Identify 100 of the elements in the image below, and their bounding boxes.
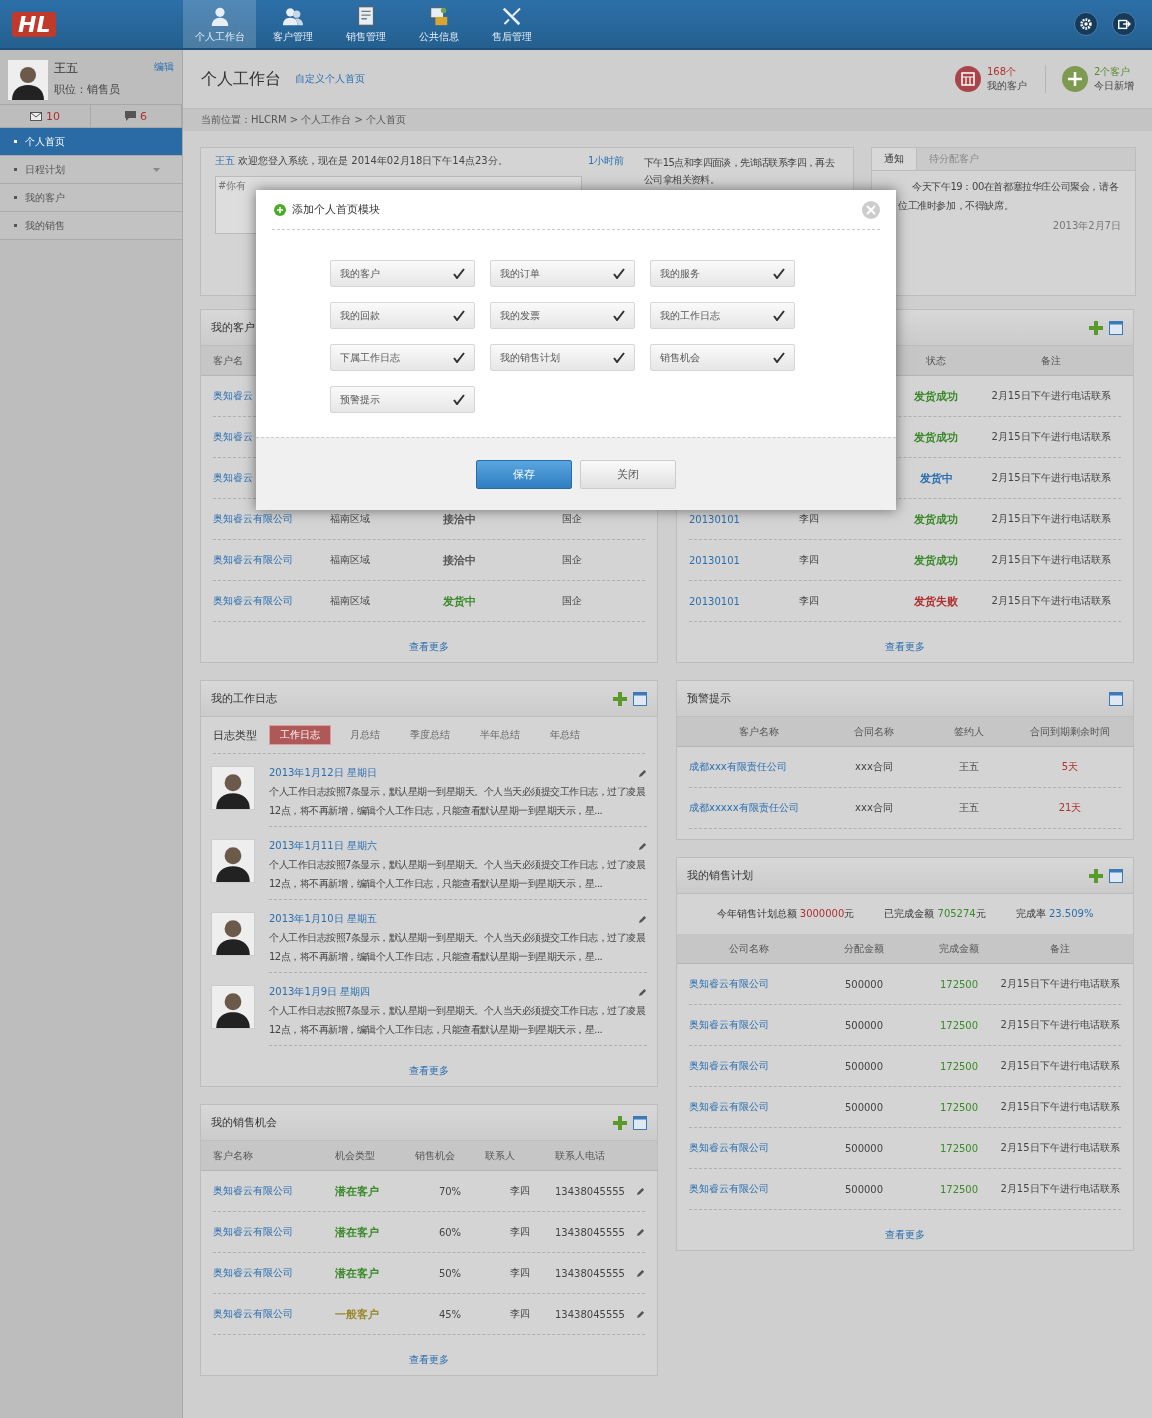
customer-link[interactable]: 成都xxxxx有限责任公司 <box>689 801 829 815</box>
more-link[interactable]: 查看更多 <box>677 1210 1133 1250</box>
table-cell-text: 172500 <box>938 1183 980 1195</box>
modal-title: 添加个人首页模块 <box>292 202 380 217</box>
window-icon[interactable] <box>633 691 647 706</box>
add-icon <box>1062 66 1088 92</box>
log-tab[interactable]: 月总结 <box>339 725 391 745</box>
entry-date[interactable]: 2013年1月9日 星期四 <box>269 985 371 999</box>
window-icon[interactable] <box>1109 320 1123 335</box>
entry-text: 个人工作日志按照7条显示，默认星期一到星期天。个人当天必须提交工作日志，过了凌晨12点，将不再新增，编辑个人工作日志，只能查看默认星期一到星期天示，星... <box>269 858 647 891</box>
table-cell-text: 2月15日下午进行电话联系 <box>990 512 1112 526</box>
window-icon[interactable] <box>1109 868 1123 883</box>
customer-link[interactable]: 奥知睿云有限公司 <box>213 1225 335 1239</box>
entry-date[interactable]: 2013年1月11日 星期六 <box>269 839 377 853</box>
sidebar-item[interactable]: 我的销售 <box>0 212 182 240</box>
module-checkbox[interactable]: 我的服务 <box>650 260 795 287</box>
column-header: 合同名称 <box>853 724 895 739</box>
table-cell-text: 500000 <box>843 978 885 990</box>
company-link[interactable]: 奥知睿云有限公司 <box>689 1018 809 1032</box>
table-cell-text: 福南区域 <box>330 553 371 567</box>
pencil-icon[interactable] <box>636 1268 645 1278</box>
pencil-icon[interactable] <box>636 1309 645 1319</box>
save-button[interactable]: 保存 <box>476 459 572 489</box>
order-link[interactable]: 20130101 <box>689 554 799 566</box>
table-cell-text: 172500 <box>938 1101 980 1113</box>
window-icon[interactable] <box>633 1115 647 1130</box>
table-cell-text: 李四 <box>509 1184 531 1198</box>
company-link[interactable]: 奥知睿云有限公司 <box>689 1100 809 1114</box>
module-checkbox[interactable]: 我的订单 <box>490 260 635 287</box>
module-checkbox[interactable]: 我的销售计划 <box>490 344 635 371</box>
pencil-icon[interactable] <box>636 1227 645 1237</box>
column-header: 机会类型 <box>335 1148 376 1163</box>
more-link[interactable]: 查看更多 <box>677 622 1133 662</box>
table-cell: 13438045555 <box>555 1185 625 1197</box>
close-icon <box>866 204 876 215</box>
check-icon <box>773 352 785 363</box>
log-tab[interactable]: 工作日志 <box>269 725 331 745</box>
module-checkbox[interactable]: 我的回款 <box>330 302 475 329</box>
module-checkbox[interactable]: 下属工作日志 <box>330 344 475 371</box>
module-checkbox[interactable]: 我的客户 <box>330 260 475 287</box>
nav-tab[interactable]: 销售管理 <box>329 0 402 48</box>
company-link[interactable]: 奥知睿云有限公司 <box>689 1141 809 1155</box>
table-cell-text: 60% <box>437 1226 463 1238</box>
notice-tab[interactable]: 通知 <box>872 148 917 170</box>
message-count[interactable]: 10 <box>46 109 60 123</box>
pencil-icon[interactable] <box>636 1186 645 1196</box>
caret-icon <box>153 167 160 172</box>
company-link[interactable]: 奥知睿云有限公司 <box>689 1059 809 1073</box>
more-link[interactable]: 查看更多 <box>201 622 657 662</box>
column-header: 状态 <box>925 353 947 368</box>
column-header: 签约人 <box>953 724 985 739</box>
customer-link[interactable]: 奥知睿云有限公司 <box>213 594 330 608</box>
log-tab[interactable]: 季度总结 <box>399 725 461 745</box>
customer-link[interactable]: 奥知睿云有限公司 <box>213 1184 335 1198</box>
nav-tab[interactable]: 个人工作台 <box>183 0 256 48</box>
nav-tab[interactable]: 客户管理 <box>256 0 329 48</box>
pencil-icon[interactable] <box>638 914 647 924</box>
sidebar-item[interactable]: 个人首页 <box>0 128 182 156</box>
module-checkbox[interactable]: 我的工作日志 <box>650 302 795 329</box>
customer-link[interactable]: 成都xxx有限责任公司 <box>689 760 829 774</box>
customer-link[interactable]: 奥知睿云有限公司 <box>213 1266 335 1280</box>
entry-date[interactable]: 2013年1月12日 星期日 <box>269 766 377 780</box>
sidebar-item[interactable]: 我的客户 <box>0 184 182 212</box>
customer-link[interactable]: 奥知睿云有限公司 <box>213 553 330 567</box>
avatar <box>211 912 255 956</box>
logout-button[interactable] <box>1112 12 1136 36</box>
order-link[interactable]: 20130101 <box>689 513 799 525</box>
table-cell-text: 2月15日下午进行电话联系 <box>990 471 1112 485</box>
chat-count[interactable]: 6 <box>140 109 147 123</box>
user-link[interactable]: 王五 <box>215 155 235 166</box>
table-cell-text: 国企 <box>562 512 583 526</box>
company-link[interactable]: 奥知睿云有限公司 <box>689 1182 809 1196</box>
company-link[interactable]: 奥知睿云有限公司 <box>689 977 809 991</box>
settings-button[interactable] <box>1074 12 1098 36</box>
more-link[interactable]: 查看更多 <box>201 1046 657 1086</box>
avatar <box>8 60 48 100</box>
window-icon[interactable] <box>1109 691 1123 706</box>
close-button[interactable]: 关闭 <box>580 459 676 489</box>
pencil-icon[interactable] <box>638 768 647 778</box>
customer-link[interactable]: 奥知睿云有限公司 <box>213 512 330 526</box>
edit-link[interactable]: 编辑 <box>154 60 174 98</box>
pencil-icon[interactable] <box>638 987 647 997</box>
module-checkbox[interactable]: 销售机会 <box>650 344 795 371</box>
log-tab[interactable]: 年总结 <box>539 725 591 745</box>
module-checkbox[interactable]: 我的发票 <box>490 302 635 329</box>
customize-link[interactable]: 自定义个人首页 <box>295 72 365 86</box>
pencil-icon[interactable] <box>638 841 647 851</box>
stat-value: 168个 <box>987 65 1018 79</box>
module-checkbox[interactable]: 预警提示 <box>330 386 475 413</box>
entry-date[interactable]: 2013年1月10日 星期五 <box>269 912 377 926</box>
nav-tab[interactable]: 售后管理 <box>475 0 548 48</box>
sidebar-item[interactable]: 日程计划 <box>0 156 182 184</box>
log-tab[interactable]: 半年总结 <box>469 725 531 745</box>
welcome-text: 欢迎您登入系统，现在是 2014年02月18日下午14点23分。 <box>238 155 508 166</box>
nav-tab[interactable]: 公共信息 <box>402 0 475 48</box>
table-cell-text: 2月15日下午进行电话联系 <box>990 430 1112 444</box>
more-link[interactable]: 查看更多 <box>201 1335 657 1375</box>
customer-link[interactable]: 奥知睿云有限公司 <box>213 1307 335 1321</box>
order-link[interactable]: 20130101 <box>689 595 799 607</box>
summary-text: 完成率 23.509% <box>1015 907 1094 921</box>
